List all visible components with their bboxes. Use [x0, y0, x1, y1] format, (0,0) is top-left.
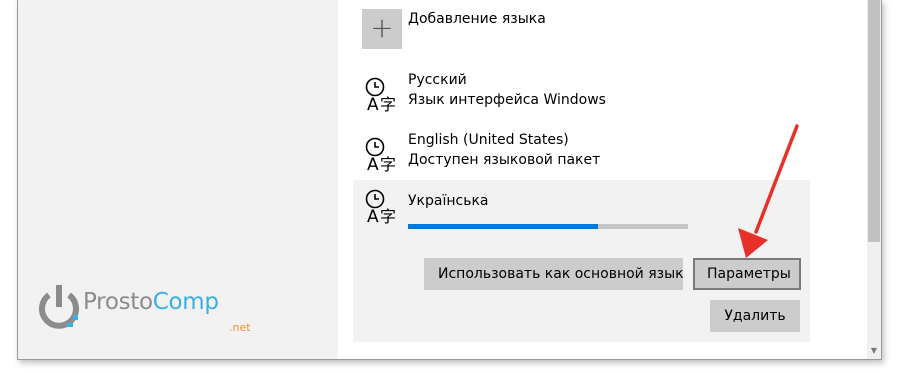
- language-name: Русский: [408, 72, 467, 88]
- logo-word-comp: Comp: [152, 289, 219, 315]
- svg-text:A: A: [367, 95, 379, 115]
- scroll-down-arrow-icon[interactable]: ▼: [867, 345, 881, 357]
- prostocomp-watermark-logo: ProstoComp .net: [37, 281, 267, 341]
- logo-wordmark: ProstoComp: [83, 289, 219, 315]
- language-status: Доступен языковой пакет: [408, 152, 601, 168]
- language-time-icon: A 字: [365, 137, 396, 175]
- options-button[interactable]: Параметры: [693, 258, 801, 290]
- download-progress-bar: [408, 224, 688, 229]
- svg-text:字: 字: [380, 155, 396, 174]
- language-item-ukrainian-selected[interactable]: A 字 Українська Использовать как основной…: [353, 180, 810, 342]
- language-status: Язык интерфейса Windows: [408, 92, 606, 108]
- svg-text:A: A: [367, 155, 379, 175]
- remove-button[interactable]: Удалить: [710, 300, 800, 332]
- language-item-english[interactable]: A 字 English (United States) Доступен язы…: [362, 132, 782, 178]
- svg-text:字: 字: [380, 95, 396, 114]
- language-name: English (United States): [408, 132, 569, 148]
- language-settings-content: + Добавление языка A 字 Русский Язык инте…: [338, 0, 867, 359]
- language-name: Українська: [408, 193, 489, 209]
- set-as-default-button[interactable]: Использовать как основной язык: [424, 258, 684, 290]
- logo-suffix: .net: [229, 321, 251, 334]
- language-time-icon: A 字: [365, 77, 396, 115]
- power-logo-icon: [39, 285, 79, 329]
- language-item-russian[interactable]: A 字 Русский Язык интерфейса Windows: [362, 72, 782, 118]
- scrollbar-thumb[interactable]: [868, 0, 880, 242]
- add-language-label: Добавление языка: [408, 11, 546, 27]
- vertical-scrollbar[interactable]: ▼: [867, 0, 881, 359]
- language-time-icon: A 字: [365, 189, 396, 227]
- download-progress-fill: [408, 224, 599, 229]
- plus-icon: +: [362, 9, 402, 49]
- logo-word-prosto: Prosto: [83, 289, 153, 315]
- svg-text:字: 字: [380, 207, 396, 226]
- svg-text:A: A: [367, 207, 379, 227]
